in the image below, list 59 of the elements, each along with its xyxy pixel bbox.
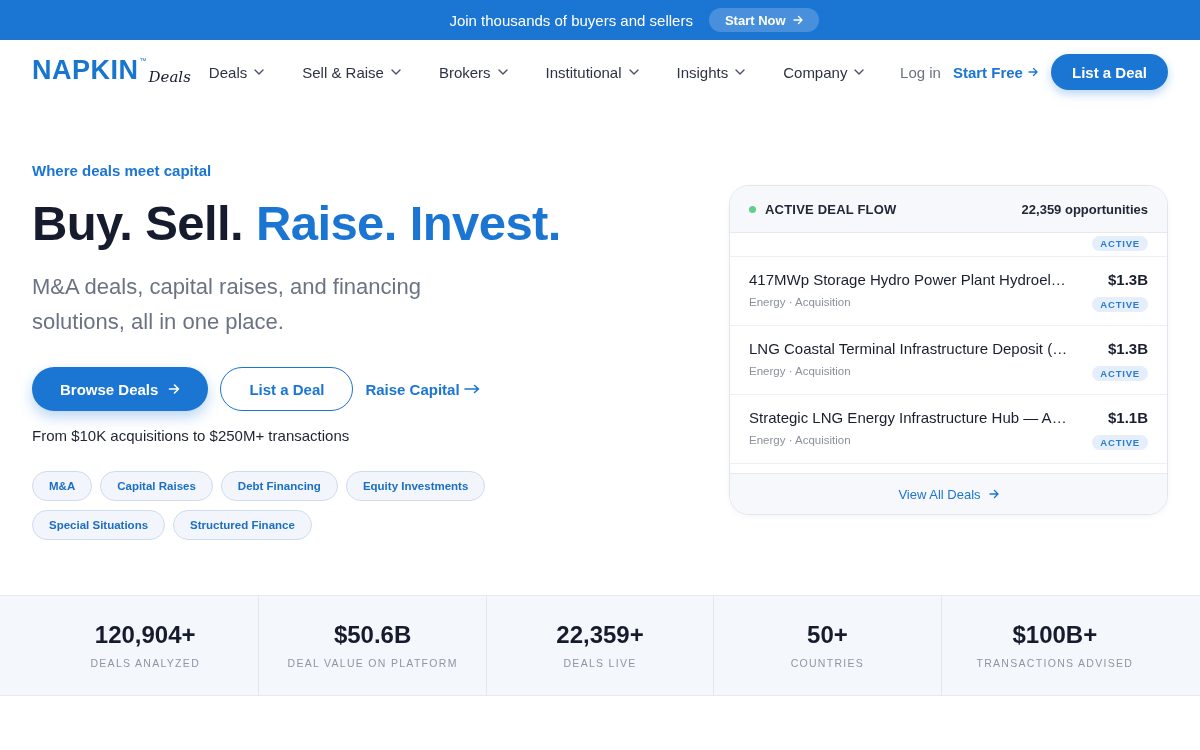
nav-menu-item[interactable]: Insights: [676, 63, 746, 81]
hero-subtitle: M&A deals, capital raises, and financing solutions, all in one place.: [32, 273, 422, 336]
arrow-right-icon: [168, 383, 181, 395]
deal-title: 417MWp Storage Hydro Power Plant Hydroel…: [749, 270, 1066, 290]
card-title: ACTIVE DEAL FLOW: [765, 201, 897, 217]
nav-menu-item[interactable]: Sell & Raise: [302, 63, 401, 81]
status-badge: ACTIVE: [1092, 366, 1148, 381]
browse-deals-button[interactable]: Browse Deals: [32, 367, 209, 411]
category-tag[interactable]: Structured Finance: [173, 510, 312, 540]
deal-row[interactable]: 417MWp Storage Hydro Power Plant Hydroel… Energy · Acquisition $1.3B ACTIVE: [730, 257, 1167, 326]
deal-category: Energy · Acquisition: [749, 295, 852, 309]
deal-title: Strategic LNG Energy Infrastructure Hub — A…: [749, 408, 1067, 428]
category-tag[interactable]: M&A: [32, 471, 93, 501]
deal-category: Energy · Acquisition: [749, 364, 852, 378]
stat-value: 22,359+: [556, 621, 644, 649]
deal-row[interactable]: LNG Coastal Terminal Infrastructure Deposit (… Energy · Acquisition $1.3B ACTIVE: [730, 326, 1167, 395]
category-tag[interactable]: Equity Investments: [345, 471, 486, 501]
status-badge: ACTIVE: [1092, 435, 1148, 450]
stat-label: TRANSACTIONS ADVISED: [976, 657, 1134, 670]
announcement-text: Join thousands of buyers and sellers: [449, 11, 693, 29]
deal-amount: $1.3B: [1107, 339, 1148, 359]
range-note: From $10K acquisitions to $250M+ transactions: [32, 427, 351, 445]
deal-title: LNG Coastal Terminal Infrastructure Deposit (…: [749, 339, 1068, 359]
raise-capital-link[interactable]: Raise Capital: [365, 380, 480, 398]
nav-menu-item[interactable]: Institutional: [545, 63, 639, 81]
deal-category: Energy · Acquisition: [749, 433, 852, 447]
headline-text: Raise. Invest.: [255, 196, 561, 250]
stat-value: $100B+: [1012, 621, 1098, 649]
hero-eyebrow: Where deals meet capital: [32, 162, 213, 180]
nav-menu-item[interactable]: Brokers: [438, 63, 508, 81]
nav-menu-item[interactable]: Company: [783, 63, 865, 81]
list-deal-button[interactable]: List a Deal: [220, 367, 354, 411]
start-free-link[interactable]: Start Free: [952, 63, 1038, 81]
category-tag[interactable]: Debt Financing: [220, 471, 338, 501]
long-arrow-right-icon: [463, 384, 480, 394]
headline-text: Buy. Sell.: [32, 196, 243, 250]
start-now-button[interactable]: Start Now: [708, 8, 819, 32]
list-deal-button[interactable]: List a Deal: [1050, 54, 1168, 90]
stat-label: DEAL VALUE ON PLATFORM: [287, 657, 458, 670]
opportunity-count: 22,359 opportunities: [1021, 201, 1148, 217]
deal-row[interactable]: Strategic LNG Energy Infrastructure Hub — A… Energy · Acquisition $1.1B ACTIVE: [730, 395, 1167, 464]
category-tag[interactable]: Special Situations: [32, 510, 166, 540]
arrow-right-icon: [1027, 67, 1038, 77]
stat-label: COUNTRIES: [790, 657, 865, 670]
status-badge: ACTIVE: [1092, 297, 1148, 312]
view-all-deals-link[interactable]: View All Deals: [898, 486, 999, 502]
arrow-right-icon: [792, 15, 803, 25]
status-badge: ACTIVE: [1092, 236, 1148, 251]
arrow-right-icon: [988, 489, 999, 499]
deal-amount: $1.3B: [1107, 270, 1148, 290]
category-tag[interactable]: Capital Raises: [100, 471, 213, 501]
login-link[interactable]: Log in: [900, 63, 941, 81]
stat-value: 120,904+: [94, 621, 196, 649]
stat-value: $50.6B: [333, 621, 412, 649]
nav-menu-item[interactable]: Deals: [208, 63, 265, 81]
stat-label: DEALS LIVE: [563, 657, 637, 670]
stat-value: 50+: [807, 621, 848, 649]
stat-label: DEALS ANALYZED: [90, 657, 200, 670]
deal-amount: $1.1B: [1107, 408, 1148, 428]
